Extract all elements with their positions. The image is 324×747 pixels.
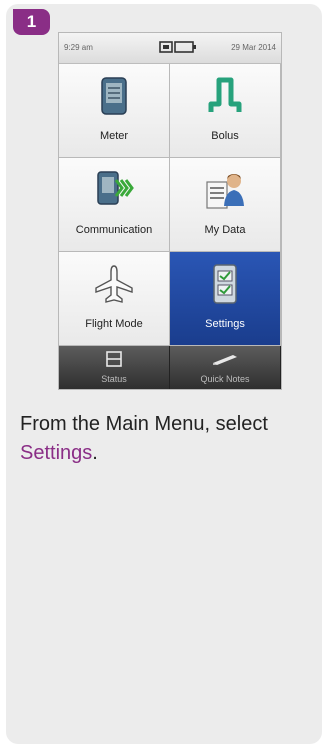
- main-menu-grid: Meter Bolus Communication My Data Flight…: [59, 64, 281, 346]
- status-button-label: Status: [101, 374, 127, 384]
- instruction-text: From the Main Menu, select Settings.: [20, 410, 310, 468]
- settings-highlight: Settings: [20, 442, 93, 464]
- menu-tile-bolus[interactable]: Bolus: [170, 64, 281, 158]
- menu-tile-my-data[interactable]: My Data: [170, 158, 281, 252]
- airplane-icon: [95, 265, 133, 303]
- bottom-bar: Status Quick Notes: [59, 346, 281, 389]
- settings-checklist-icon: [213, 264, 237, 304]
- connection-battery-icon: [159, 41, 196, 53]
- communication-icon: [97, 171, 134, 205]
- quick-notes-icon: [213, 355, 237, 365]
- menu-tile-label: Communication: [75, 224, 153, 236]
- bolus-icon: [208, 77, 242, 112]
- menu-tile-meter[interactable]: Meter: [59, 64, 170, 158]
- status-button[interactable]: Status: [59, 346, 170, 389]
- quick-notes-button[interactable]: Quick Notes: [170, 346, 281, 389]
- menu-tile-label: Meter: [99, 130, 129, 142]
- status-bar: 9:29 am 29 Mar 2014: [59, 33, 281, 64]
- step-number-badge: 1: [13, 9, 50, 35]
- status-date: 29 Mar 2014: [231, 43, 276, 52]
- status-icon: [106, 351, 122, 367]
- instruction-text-part: From the Main Menu, select: [20, 413, 268, 435]
- menu-tile-label: Flight Mode: [85, 318, 143, 330]
- menu-tile-label: Settings: [205, 318, 245, 330]
- meter-icon: [101, 77, 127, 115]
- menu-tile-communication[interactable]: Communication: [59, 158, 170, 252]
- instruction-text-end: .: [92, 442, 98, 464]
- quick-notes-button-label: Quick Notes: [200, 374, 250, 384]
- menu-tile-label: My Data: [204, 224, 246, 236]
- menu-tile-label: Bolus: [211, 130, 239, 142]
- my-data-icon: [206, 174, 244, 209]
- menu-tile-flight-mode[interactable]: Flight Mode: [59, 252, 170, 346]
- menu-tile-settings[interactable]: Settings: [170, 252, 281, 346]
- meter-device-screen: 9:29 am 29 Mar 2014 Meter Bolus Communic…: [58, 32, 282, 390]
- status-time: 9:29 am: [64, 43, 93, 52]
